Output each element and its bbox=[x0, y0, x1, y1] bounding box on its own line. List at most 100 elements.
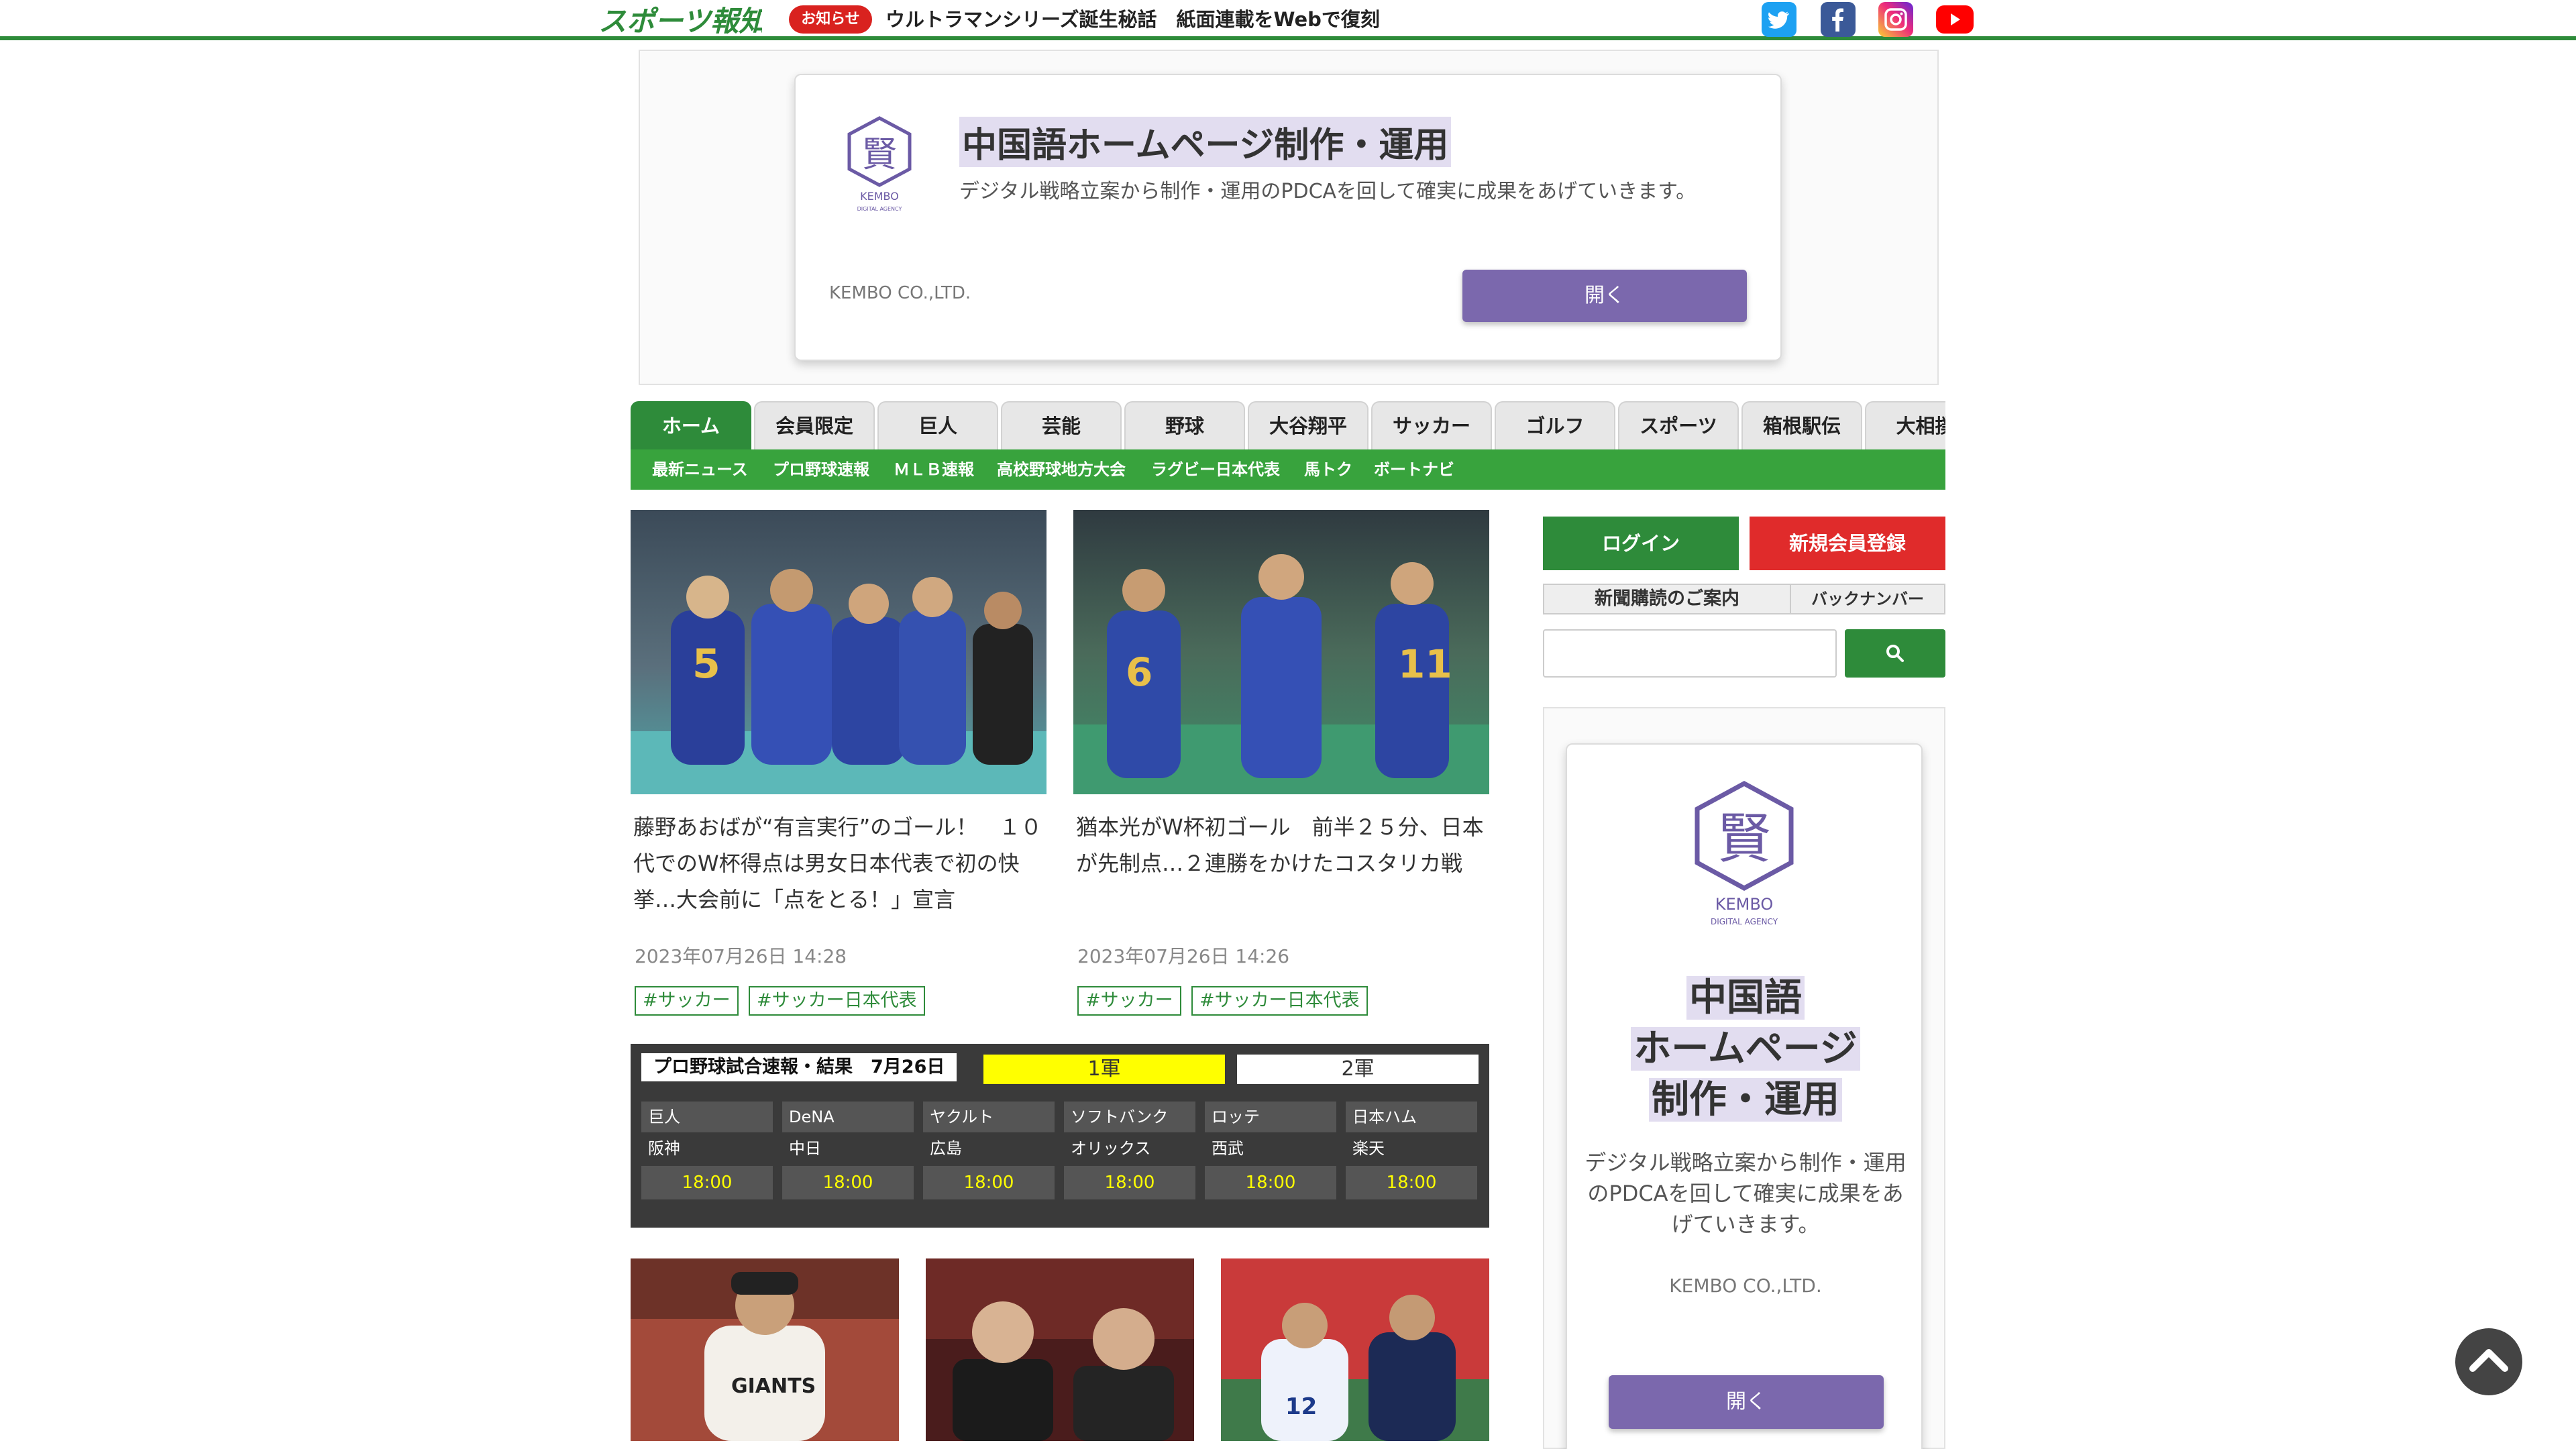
game-card[interactable]: 日本ハム 楽天 18:00 bbox=[1346, 1102, 1477, 1206]
subnav-boatnavi[interactable]: ボートナビ bbox=[1374, 449, 1454, 490]
article-photo[interactable]: 12 bbox=[1221, 1258, 1489, 1441]
tab-home[interactable]: ホーム bbox=[631, 401, 751, 449]
search-input[interactable] bbox=[1543, 629, 1837, 678]
svg-text:GIANTS: GIANTS bbox=[731, 1375, 816, 1398]
game-time: 18:00 bbox=[1064, 1166, 1195, 1199]
svg-text:DIGITAL AGENCY: DIGITAL AGENCY bbox=[1711, 917, 1778, 926]
away-team: 楽天 bbox=[1352, 1139, 1385, 1158]
sidebar-ad-company: KEMBO CO.,LTD. bbox=[1669, 1275, 1822, 1297]
youtube-icon[interactable] bbox=[1936, 5, 1974, 34]
tab-ohtani[interactable]: 大谷翔平 bbox=[1248, 401, 1368, 449]
home-team: DeNA bbox=[782, 1102, 914, 1132]
chevron-up-icon bbox=[2469, 1349, 2508, 1372]
tab-sports[interactable]: スポーツ bbox=[1618, 401, 1739, 449]
svg-text:KEMBO: KEMBO bbox=[1715, 895, 1774, 914]
notice-link[interactable]: ウルトラマンシリーズ誕生秘話 紙面連載をWebで復刻 bbox=[885, 5, 1380, 34]
svg-text:11: 11 bbox=[1398, 641, 1452, 687]
subnav-mlb[interactable]: ＭＬＢ速報 bbox=[894, 449, 974, 490]
game-card[interactable]: ヤクルト 広島 18:00 bbox=[923, 1102, 1055, 1206]
scoreboard: プロ野球試合速報・結果 7月26日 1軍 2軍 巨人 阪神 18:00 DeNA… bbox=[631, 1044, 1489, 1228]
tab-baseball[interactable]: 野球 bbox=[1124, 401, 1245, 449]
sub-nav: 最新ニュース プロ野球速報 ＭＬＢ速報 高校野球地方大会 ラグビー日本代表 馬ト… bbox=[631, 449, 1945, 490]
ad-description: デジタル戦略立案から制作・運用のPDCAを回して確実に成果をあげていきます。 bbox=[959, 180, 1697, 203]
tab-hakone[interactable]: 箱根駅伝 bbox=[1741, 401, 1862, 449]
article-photo[interactable]: 5 bbox=[631, 510, 1046, 794]
home-team: 巨人 bbox=[641, 1102, 773, 1132]
notice-badge: お知らせ bbox=[789, 5, 872, 34]
tab-members[interactable]: 会員限定 bbox=[754, 401, 875, 449]
svg-text:5: 5 bbox=[692, 641, 720, 688]
kembo-logo: 賢 KEMBO DIGITAL AGENCY bbox=[1695, 781, 1794, 926]
facebook-icon[interactable] bbox=[1821, 2, 1856, 37]
search-button[interactable] bbox=[1845, 629, 1945, 678]
ad-open-button[interactable]: 開く bbox=[1462, 270, 1747, 322]
login-button[interactable]: ログイン bbox=[1543, 517, 1739, 570]
home-team: ソフトバンク bbox=[1064, 1102, 1195, 1132]
category-nav: ホーム 会員限定 巨人 芸能 野球 大谷翔平 サッカー ゴルフ スポーツ 箱根駅… bbox=[631, 401, 1945, 449]
subnav-highschool[interactable]: 高校野球地方大会 bbox=[997, 449, 1126, 490]
tab-golf[interactable]: ゴルフ bbox=[1495, 401, 1615, 449]
twitter-icon[interactable] bbox=[1762, 2, 1796, 37]
article-tag[interactable]: #サッカー日本代表 bbox=[1191, 986, 1368, 1016]
home-team: ロッテ bbox=[1205, 1102, 1336, 1132]
article-headline[interactable]: 藤野あおばが“有言実行”のゴール！ １０代でのW杯得点は男女日本代表で初の快挙…… bbox=[633, 809, 1042, 918]
article-timestamp: 2023年07月26日 14:26 bbox=[1077, 945, 1290, 967]
sidebar-ad-description: デジタル戦略立案から制作・運用のPDCAを回して確実に成果をあげていきます。 bbox=[1585, 1150, 1907, 1237]
scoreboard-tab-first-team[interactable]: 1軍 bbox=[983, 1055, 1225, 1084]
subnav-rugby[interactable]: ラグビー日本代表 bbox=[1151, 449, 1280, 490]
game-time: 18:00 bbox=[1205, 1166, 1336, 1199]
scoreboard-tab-farm-team[interactable]: 2軍 bbox=[1237, 1055, 1479, 1084]
article-headline[interactable]: 猶本光がW杯初ゴール 前半２５分、日本が先制点…２連勝をかけたコスタリカ戦 bbox=[1076, 809, 1485, 881]
article-photo[interactable] bbox=[926, 1258, 1194, 1441]
ad-card[interactable]: 賢 KEMBO DIGITAL AGENCY 中国語ホームページ制作・運用 デジ… bbox=[794, 74, 1782, 361]
article-tag[interactable]: #サッカー bbox=[635, 986, 739, 1016]
search-icon bbox=[1886, 645, 1904, 662]
tab-entertainment[interactable]: 芸能 bbox=[1001, 401, 1122, 449]
away-team: 広島 bbox=[930, 1139, 962, 1158]
game-card[interactable]: DeNA 中日 18:00 bbox=[782, 1102, 914, 1206]
game-card[interactable]: 巨人 阪神 18:00 bbox=[641, 1102, 773, 1206]
tab-sumo[interactable]: 大相撲 bbox=[1865, 401, 1945, 449]
tab-giants[interactable]: 巨人 bbox=[877, 401, 998, 449]
svg-text:賢: 賢 bbox=[862, 135, 897, 175]
subnav-umatoku[interactable]: 馬トク bbox=[1304, 449, 1352, 490]
scroll-to-top-button[interactable] bbox=[2455, 1328, 2522, 1395]
scoreboard-title: プロ野球試合速報・結果 7月26日 bbox=[641, 1053, 957, 1081]
away-team: オリックス bbox=[1071, 1139, 1151, 1158]
article-photo[interactable]: 6 11 bbox=[1073, 510, 1489, 794]
article-timestamp: 2023年07月26日 14:28 bbox=[635, 945, 847, 967]
game-time: 18:00 bbox=[641, 1166, 773, 1199]
away-team: 阪神 bbox=[648, 1139, 680, 1158]
game-card[interactable]: ソフトバンク オリックス 18:00 bbox=[1064, 1102, 1195, 1206]
away-team: 西武 bbox=[1212, 1139, 1244, 1158]
article-tag[interactable]: #サッカー bbox=[1077, 986, 1181, 1016]
instagram-icon[interactable] bbox=[1878, 2, 1913, 37]
site-logo[interactable]: スポーツ報知 bbox=[596, 1, 762, 38]
register-button[interactable]: 新規会員登録 bbox=[1750, 517, 1945, 570]
game-card[interactable]: ロッテ 西武 18:00 bbox=[1205, 1102, 1336, 1206]
svg-text:DIGITAL AGENCY: DIGITAL AGENCY bbox=[857, 206, 902, 212]
kembo-logo: 賢 KEMBO DIGITAL AGENCY bbox=[847, 116, 912, 212]
subnav-npb[interactable]: プロ野球速報 bbox=[773, 449, 869, 490]
ad-company: KEMBO CO.,LTD. bbox=[829, 283, 971, 303]
sidebar-ad-open-button[interactable]: 開く bbox=[1609, 1375, 1884, 1429]
svg-text:12: 12 bbox=[1285, 1393, 1317, 1420]
sidebar-ad-title: 中国語 ホームページ 制作・運用 bbox=[1567, 973, 1924, 1126]
article-photo[interactable]: GIANTS bbox=[631, 1258, 899, 1441]
svg-text:6: 6 bbox=[1126, 649, 1152, 695]
home-team: ヤクルト bbox=[923, 1102, 1055, 1132]
back-number-link[interactable]: バックナンバー bbox=[1791, 584, 1945, 614]
game-time: 18:00 bbox=[782, 1166, 914, 1199]
svg-text:賢: 賢 bbox=[1717, 808, 1771, 870]
site-logo-text: スポーツ報知 bbox=[598, 5, 762, 38]
article-tag[interactable]: #サッカー日本代表 bbox=[749, 986, 925, 1016]
tab-soccer[interactable]: サッカー bbox=[1371, 401, 1492, 449]
away-team: 中日 bbox=[789, 1139, 821, 1158]
game-time: 18:00 bbox=[923, 1166, 1055, 1199]
subscription-link[interactable]: 新聞購読のご案内 bbox=[1543, 584, 1791, 614]
top-bar: スポーツ報知 お知らせ ウルトラマンシリーズ誕生秘話 紙面連載をWebで復刻 bbox=[0, 0, 2576, 40]
home-team: 日本ハム bbox=[1346, 1102, 1477, 1132]
sidebar-ad-card[interactable]: 賢 KEMBO DIGITAL AGENCY 中国語 ホームページ 制作・運用 … bbox=[1566, 743, 1923, 1449]
ad-title: 中国語ホームページ制作・運用 bbox=[959, 117, 1452, 167]
subnav-latest[interactable]: 最新ニュース bbox=[652, 449, 748, 490]
